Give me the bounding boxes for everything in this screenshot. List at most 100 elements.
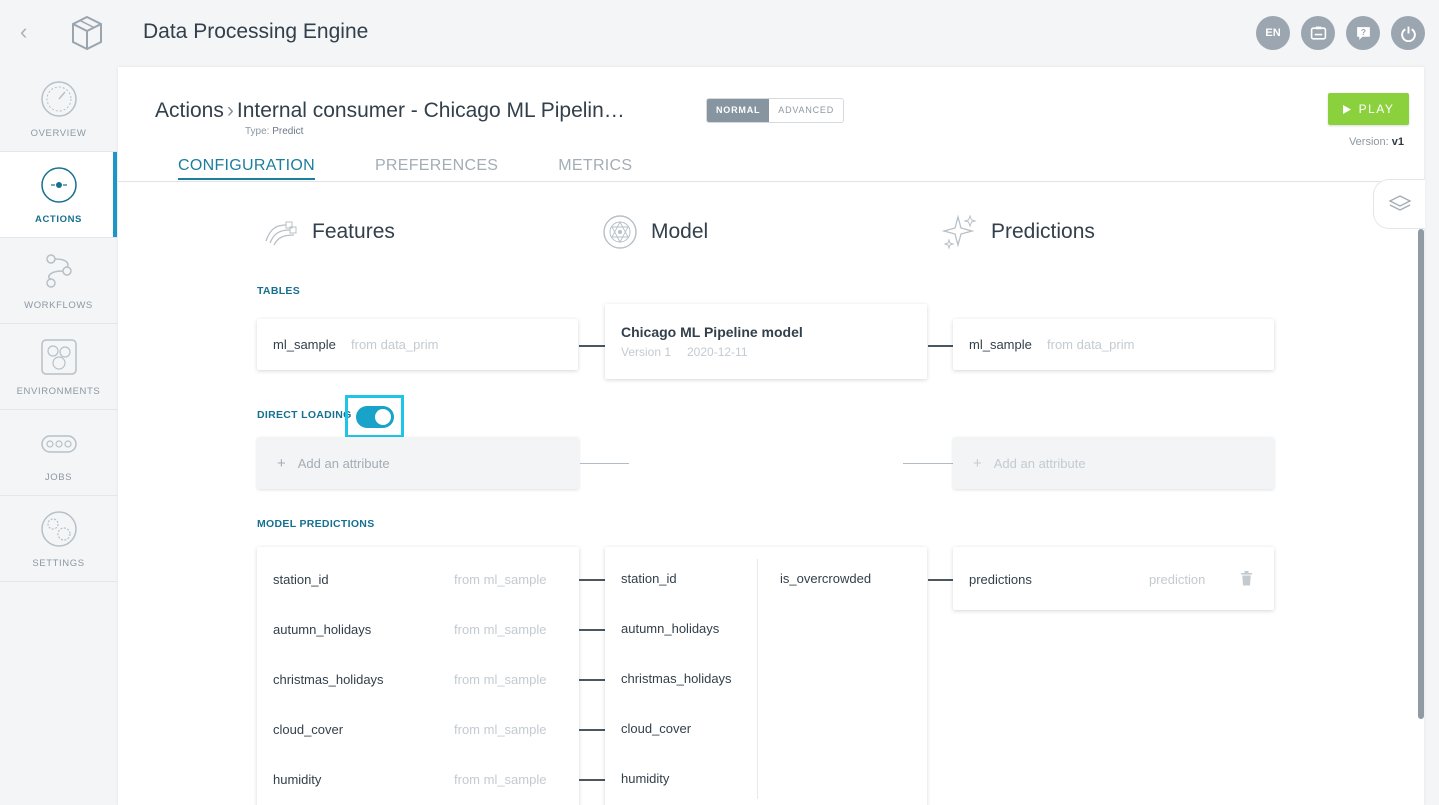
sidebar-item-actions[interactable]: ACTIONS [0,152,117,238]
sidebar-item-label: ENVIRONMENTS [16,386,101,397]
tables-section-label: TABLES [257,285,301,297]
model-input: station_id [621,571,677,586]
cube-logo-icon [72,15,102,51]
add-feature-attribute-button[interactable]: + Add an attribute [257,437,579,489]
svg-text:?: ? [1360,27,1365,37]
io-divider [757,559,758,799]
sparkles-icon [941,214,977,250]
connector-line [579,345,605,347]
breadcrumb-chevron-icon: › [226,99,234,122]
mode-normal-button[interactable]: NORMAL [707,99,770,122]
id-card-icon [1310,26,1326,40]
add-attribute-label: Add an attribute [297,456,390,471]
table-name: ml_sample [273,337,336,352]
trash-icon[interactable] [1240,571,1253,586]
sidebar-item-overview[interactable]: OVERVIEW [0,66,117,152]
features-heading: Features [262,213,395,251]
prediction-name: predictions [969,572,1032,587]
sidebar-item-label: SETTINGS [32,558,85,569]
connector-line [928,345,954,347]
features-icon [265,221,297,246]
connector-line [579,679,605,681]
logout-button[interactable] [1391,16,1425,50]
plus-icon: + [973,455,982,472]
feature-source: from ml_sample [454,672,547,687]
workflow-icon [45,254,72,288]
prediction-type: prediction [1149,572,1206,587]
model-heading: Model [601,213,708,251]
sidebar: OVERVIEW ACTIONS WORKFLOWS ENVIRONMENTS … [0,66,117,584]
feature-name: humidity [273,772,322,787]
model-input: autumn_holidays [621,621,720,636]
tab-preferences[interactable]: PREFERENCES [375,157,498,180]
help-button[interactable]: ? [1346,16,1380,50]
model-input: humidity [621,771,670,786]
feature-name: autumn_holidays [273,622,372,637]
language-button[interactable]: EN [1256,16,1290,50]
connector-line [928,579,954,581]
sidebar-item-jobs[interactable]: JOBS [0,410,117,496]
gears-icon [40,511,77,547]
profile-card-button[interactable] [1301,16,1335,50]
page-title: Internal consumer - Chicago ML Pipelin… [236,99,625,122]
model-name: Chicago ML Pipeline model [621,324,803,340]
app-title: Data Processing Engine [143,20,369,43]
tab-configuration[interactable]: CONFIGURATION [178,157,315,180]
mode-switch: NORMAL ADVANCED [706,98,845,123]
help-chat-icon: ? [1356,27,1370,40]
model-predictions-label: MODEL PREDICTIONS [257,518,375,530]
action-type: Type: Predict [245,126,304,137]
connector-line [579,779,605,781]
direct-loading-toggle[interactable] [355,405,394,428]
model-io-card: station_id autumn_holidays christmas_hol… [605,547,927,805]
back-arrow-icon[interactable]: ‹ [20,20,40,44]
feature-name: cloud_cover [273,722,344,737]
play-button[interactable]: PLAY [1328,93,1409,125]
table-name: ml_sample [969,337,1032,352]
model-icon [603,215,637,249]
feature-table-card[interactable]: ml_sample from data_prim [257,319,578,370]
table-source: from data_prim [1047,337,1135,352]
feature-name: christmas_holidays [273,672,384,687]
target-icon [40,167,77,203]
action-header: Actions › Internal consumer - Chicago ML P… [118,67,1424,182]
tab-metrics[interactable]: METRICS [558,157,632,180]
add-attribute-label: Add an attribute [993,456,1086,471]
predictions-heading: Predictions [941,213,1095,251]
feature-name: station_id [273,572,329,587]
sidebar-item-settings[interactable]: SETTINGS [0,496,117,582]
plus-icon: + [277,455,286,472]
prediction-card: predictions prediction [953,547,1274,610]
model-input: christmas_holidays [621,671,732,686]
connector-line [579,579,605,581]
connector-line [903,463,954,464]
feature-list-card: station_id from ml_sample autumn_holiday… [257,547,579,805]
sidebar-item-label: WORKFLOWS [24,300,93,311]
layers-button[interactable] [1373,179,1425,229]
feature-source: from ml_sample [454,772,547,787]
sidebar-item-label: JOBS [44,472,73,483]
environment-icon [40,339,77,375]
gauge-icon [40,81,77,117]
breadcrumb-root[interactable]: Actions [155,99,224,122]
sidebar-item-workflows[interactable]: WORKFLOWS [0,238,117,324]
sidebar-item-environments[interactable]: ENVIRONMENTS [0,324,117,410]
layers-icon [1387,195,1412,211]
top-bar: ‹ Data Processing Engine EN ? [0,0,1439,66]
table-source: from data_prim [351,337,439,352]
feature-source: from ml_sample [454,722,547,737]
direct-loading-highlight [345,395,404,438]
direct-loading-label: DIRECT LOADING [257,409,352,421]
scrollbar-thumb[interactable] [1418,229,1424,719]
tab-bar: CONFIGURATION PREFERENCES METRICS [178,157,632,180]
connector-line [579,729,605,731]
prediction-table-card[interactable]: ml_sample from data_prim [953,319,1274,370]
model-card[interactable]: Chicago ML Pipeline model Version 1 2020… [605,304,927,379]
version-info: Version: v1 [1348,136,1404,148]
play-icon [1342,104,1351,114]
power-icon [1400,26,1416,42]
add-prediction-attribute-button[interactable]: + Add an attribute [953,437,1274,489]
model-version: Version 1 [621,345,672,359]
feature-source: from ml_sample [454,622,547,637]
mode-advanced-button[interactable]: ADVANCED [769,99,844,122]
